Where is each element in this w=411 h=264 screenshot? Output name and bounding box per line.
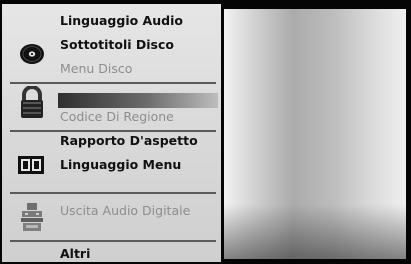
lock-icon [21, 86, 43, 118]
separator [10, 192, 216, 194]
menu-item-linguaggio-audio[interactable]: Linguaggio Audio [60, 13, 183, 28]
menu-item-codice-di-regione[interactable]: Codice Di Regione [60, 109, 174, 124]
menu-item-selected[interactable] [58, 93, 218, 108]
menu-item-altri[interactable]: Altri [60, 246, 90, 261]
menu-item-uscita-audio-digitale[interactable]: Uscita Audio Digitale [60, 203, 190, 218]
disc-icon [20, 44, 44, 64]
submenu-panel [224, 9, 406, 259]
separator [10, 130, 216, 132]
separator [10, 240, 216, 242]
menu-item-rapporto-daspetto[interactable]: Rapporto D'aspetto [60, 133, 198, 148]
separator [10, 82, 216, 84]
dvd-setup-screen: Linguaggio Audio Sottotitoli Disco Menu … [0, 0, 411, 264]
display-icon [18, 156, 44, 174]
menu-item-sottotitoli-disco[interactable]: Sottotitoli Disco [60, 37, 174, 52]
menu-item-menu-disco[interactable]: Menu Disco [60, 61, 132, 76]
menu-item-linguaggio-menu[interactable]: Linguaggio Menu [60, 157, 181, 172]
speaker-icon [21, 203, 43, 231]
